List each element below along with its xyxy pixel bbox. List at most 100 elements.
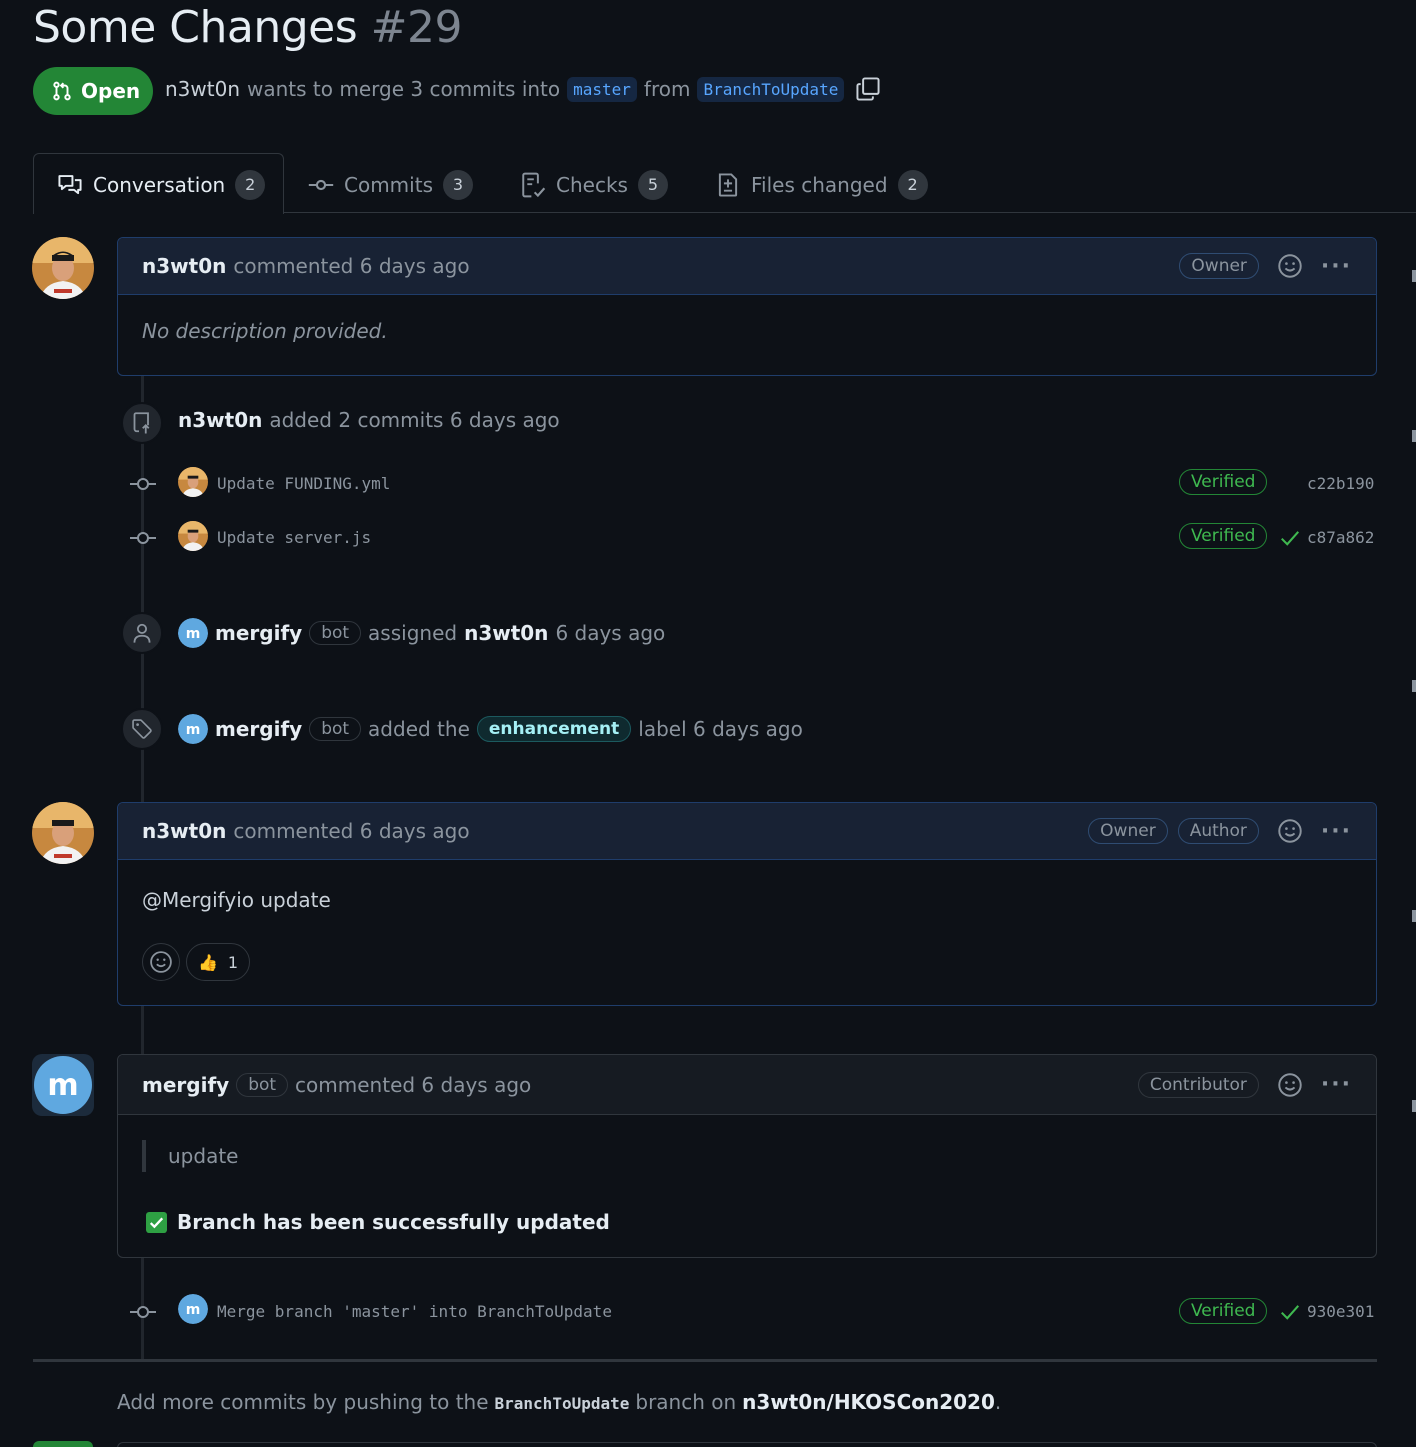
status-line: Branch has been successfully updated (146, 1210, 610, 1234)
timeline-divider (33, 1359, 1377, 1362)
commit-author-avatar[interactable] (178, 521, 208, 551)
timeline-line (141, 1006, 144, 1054)
commit-sha[interactable]: 930e301 (1307, 1302, 1374, 1321)
state-badge: Open (33, 67, 153, 115)
tab-checks-label: Checks (556, 173, 628, 197)
comment-author[interactable]: n3wt0n (142, 254, 226, 278)
file-diff-icon (718, 173, 738, 197)
commit-message[interactable]: Update FUNDING.yml (217, 474, 390, 493)
commit-sha[interactable]: c22b190 (1307, 474, 1374, 493)
bot-badge: bot (236, 1072, 289, 1097)
repo-push-icon (133, 412, 150, 434)
comment-author[interactable]: mergify (142, 1073, 229, 1097)
more-options-icon[interactable]: ··· (1321, 254, 1352, 279)
tab-checks[interactable]: Checks 5 (520, 165, 668, 205)
git-pull-request-icon (53, 81, 71, 101)
comment-box: n3wt0n commented 6 days ago Owner ··· No… (117, 237, 1377, 376)
sidebar-edge (1412, 270, 1416, 282)
event-actor[interactable]: mergify (215, 717, 302, 741)
person-icon (133, 623, 151, 643)
comment-action[interactable]: commented 6 days ago (233, 819, 469, 843)
tab-commits[interactable]: Commits 3 (308, 165, 473, 205)
mergify-avatar[interactable]: m (178, 618, 208, 648)
event-actor[interactable]: mergify (215, 621, 302, 645)
commit-author-avatar[interactable] (178, 467, 208, 497)
commit-author-avatar[interactable]: m (178, 1294, 208, 1324)
copy-icon[interactable] (855, 76, 881, 102)
reactions-bar: 👍 1 (142, 943, 250, 981)
commit-message[interactable]: Merge branch 'master' into BranchToUpdat… (217, 1302, 612, 1321)
push-hint: Add more commits by pushing to the Branc… (117, 1390, 1001, 1414)
event-time[interactable]: 6 days ago (555, 621, 665, 645)
pr-number: #29 (370, 2, 463, 53)
author-badge: Author (1177, 818, 1259, 844)
mergify-avatar[interactable]: m (178, 714, 208, 744)
event-actor[interactable]: n3wt0n (178, 408, 262, 432)
add-reaction-button[interactable] (1277, 253, 1303, 279)
svg-text:m: m (47, 1068, 78, 1103)
tab-conversation[interactable]: Conversation 2 (57, 165, 266, 205)
comment-author[interactable]: n3wt0n (142, 819, 226, 843)
tab-checks-count: 5 (637, 170, 668, 200)
repo-push-badge (121, 402, 163, 444)
tab-files-count: 2 (897, 170, 928, 200)
assignee-link[interactable]: n3wt0n (464, 621, 548, 645)
merge-box (117, 1442, 1377, 1447)
add-reaction-button[interactable] (142, 943, 180, 981)
commit-sha[interactable]: c87a862 (1307, 528, 1374, 547)
comment-header: mergify bot commented 6 days ago Contrib… (118, 1055, 1376, 1115)
verified-badge[interactable]: Verified (1179, 523, 1268, 549)
page-title: Some Changes #29 (33, 2, 463, 53)
smiley-icon (1278, 1072, 1302, 1097)
commits-event: n3wt0n added 2 commits 6 days ago (178, 408, 560, 432)
avatar-n3wt0n (32, 237, 94, 299)
smiley-icon (150, 951, 172, 973)
merge-status-icon (33, 1441, 93, 1447)
more-options-icon[interactable]: ··· (1321, 1072, 1352, 1097)
commit-message[interactable]: Update server.js (217, 528, 371, 547)
commit-node-icon (128, 474, 158, 498)
head-branch[interactable]: BranchToUpdate (697, 76, 845, 102)
enhancement-label[interactable]: enhancement (476, 716, 632, 742)
svg-text:m: m (186, 722, 201, 738)
event-text: added 2 commits 6 days ago (269, 408, 560, 432)
pr-meta: n3wt0n wants to merge 3 commits into mas… (165, 76, 881, 102)
tab-files-changed[interactable]: Files changed 2 (715, 165, 928, 205)
check-icon[interactable] (1279, 527, 1301, 553)
verified-badge[interactable]: Verified (1179, 469, 1268, 495)
tab-commits-count: 3 (442, 170, 473, 200)
check-box-icon (146, 1211, 167, 1233)
base-branch[interactable]: master (567, 76, 637, 102)
event-text: added the (368, 717, 470, 741)
verified-badge[interactable]: Verified (1179, 1298, 1268, 1324)
comment-action[interactable]: commented 6 days ago (233, 254, 469, 278)
hint-middle: branch on (635, 1390, 737, 1414)
sidebar-edge (1412, 910, 1416, 922)
smiley-icon (1278, 819, 1302, 843)
assign-event: m mergify bot assigned n3wt0n 6 days ago (178, 618, 665, 648)
avatar[interactable]: m (32, 1054, 94, 1116)
hint-prefix: Add more commits by pushing to the (117, 1390, 489, 1414)
avatar[interactable] (32, 237, 94, 299)
more-options-icon[interactable]: ··· (1321, 819, 1352, 844)
label-event: m mergify bot added the enhancement labe… (178, 714, 803, 744)
hint-end: . (994, 1390, 1002, 1414)
comment-action[interactable]: commented 6 days ago (295, 1073, 531, 1097)
tag-icon (132, 719, 152, 739)
tab-commits-label: Commits (344, 173, 433, 197)
check-icon[interactable] (1279, 1301, 1301, 1327)
owner-badge: Owner (1179, 253, 1259, 279)
repo-link[interactable]: n3wt0n/HKOSCon2020 (742, 1390, 995, 1414)
avatar[interactable] (32, 802, 94, 864)
pr-author-link[interactable]: n3wt0n (165, 77, 240, 101)
event-text: assigned (368, 621, 458, 645)
add-reaction-button[interactable] (1277, 818, 1303, 844)
add-reaction-button[interactable] (1277, 1072, 1303, 1098)
thumbs-up-reaction[interactable]: 👍 1 (186, 943, 250, 981)
status-text: Branch has been successfully updated (177, 1210, 610, 1234)
comment-box: mergify bot commented 6 days ago Contrib… (117, 1054, 1377, 1258)
owner-badge: Owner (1088, 818, 1168, 844)
state-label: Open (81, 79, 141, 103)
bot-badge: bot (309, 717, 362, 741)
comment-discussion-icon (58, 175, 82, 195)
